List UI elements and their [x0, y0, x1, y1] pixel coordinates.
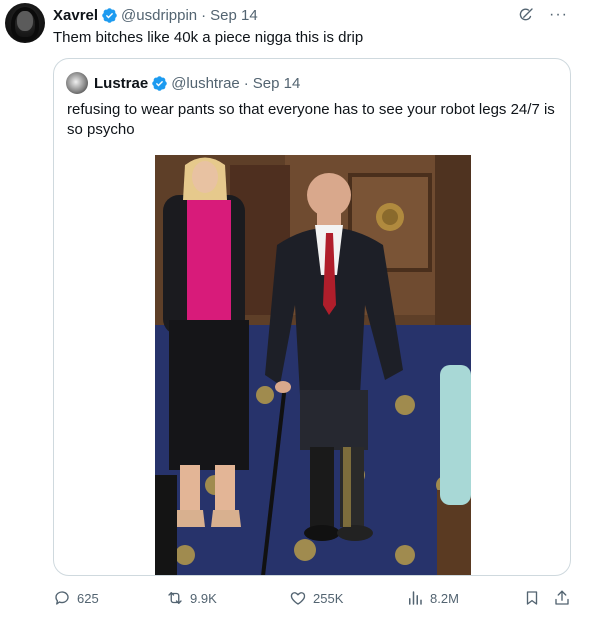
quoted-avatar[interactable] [66, 72, 88, 94]
reply-icon [55, 591, 69, 605]
tweet-top-actions: ··· [517, 6, 568, 24]
author-handle[interactable]: @usdrippin [121, 7, 197, 24]
bookmark-icon [526, 591, 538, 605]
tweet-actions: 625 9.9K 255K 8.2M [53, 589, 571, 609]
photo-illustration [155, 155, 471, 575]
tweet-text: Them bitches like 40k a piece nigga this… [53, 29, 364, 46]
verified-badge-icon [152, 75, 167, 91]
avatar-face [17, 11, 33, 31]
quoted-date[interactable]: Sep 14 [253, 75, 301, 92]
avatar[interactable] [5, 3, 45, 43]
reply-button[interactable]: 625 [53, 589, 99, 607]
views-button[interactable]: 8.2M [406, 589, 459, 607]
reply-count: 625 [77, 590, 99, 606]
views-count: 8.2M [430, 590, 459, 606]
quoted-header: Lustrae @lushtrae · Sep 14 [94, 72, 300, 94]
share-button[interactable] [553, 589, 571, 607]
separator-dot: · [201, 6, 207, 24]
share-icon [555, 590, 569, 605]
like-button[interactable]: 255K [289, 589, 343, 607]
heart-icon [290, 592, 306, 605]
like-count: 255K [313, 590, 344, 606]
quoted-author-handle[interactable]: @lushtrae [171, 75, 240, 92]
more-icon[interactable]: ··· [549, 6, 568, 24]
repost-count: 9.9K [190, 590, 217, 606]
tweet-header: Xavrel @usdrippin · Sep 14 [53, 5, 258, 25]
repost-icon [168, 592, 182, 604]
bookmark-button[interactable] [523, 589, 541, 607]
repost-button[interactable]: 9.9K [166, 589, 217, 607]
tweet[interactable]: Xavrel @usdrippin · Sep 14 ··· Them bitc… [0, 0, 596, 618]
views-icon [409, 591, 422, 605]
quoted-text: refusing to wear pants so that everyone … [67, 101, 555, 138]
quoted-author-name[interactable]: Lustrae [94, 75, 148, 92]
author-name[interactable]: Xavrel [53, 7, 98, 24]
quoted-tweet[interactable]: Lustrae @lushtrae · Sep 14 refusing to w… [53, 58, 571, 576]
verified-badge-icon [102, 7, 117, 23]
separator-dot: · [243, 74, 249, 92]
tweet-date[interactable]: Sep 14 [210, 7, 258, 24]
grok-icon[interactable] [517, 6, 535, 24]
quoted-photo[interactable] [155, 155, 471, 575]
